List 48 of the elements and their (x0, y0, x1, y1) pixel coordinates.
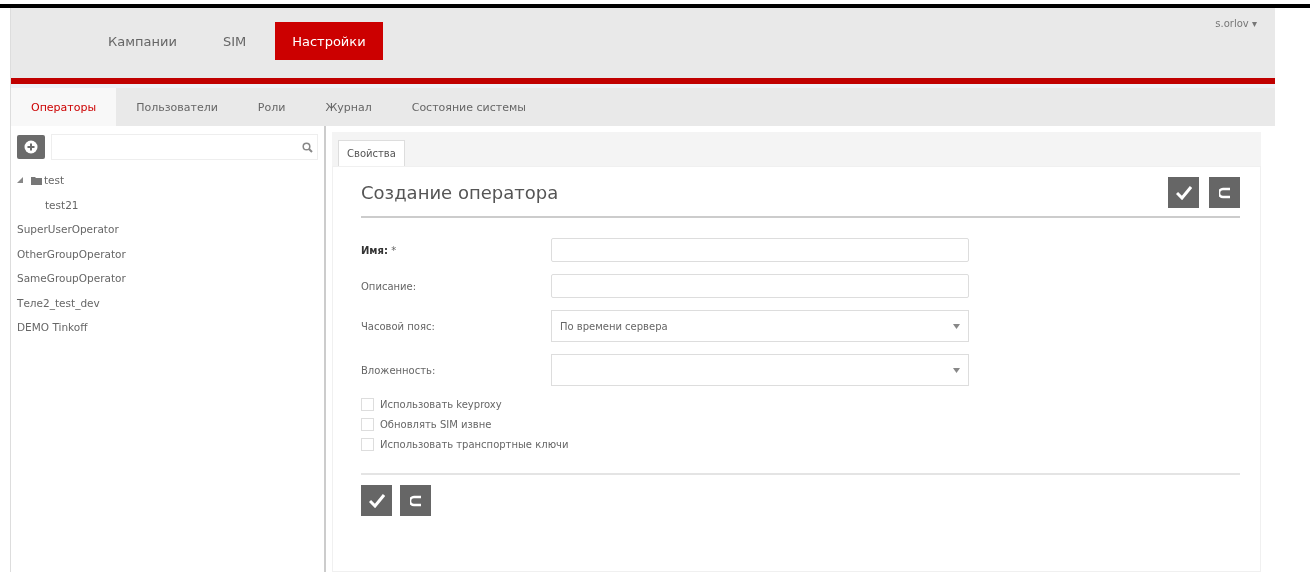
input-field[interactable] (551, 274, 969, 298)
sub-tab[interactable]: Состояние системы (391, 88, 546, 126)
field-label: Вложенность: (361, 364, 437, 376)
checkbox-label: Обновлять SIM извне (380, 419, 492, 430)
reset-button[interactable] (400, 485, 431, 516)
form-title: Создание оператора (361, 182, 559, 203)
checkbox[interactable] (361, 438, 374, 451)
tree-item[interactable]: Теле2_test_dev (17, 296, 100, 309)
undo-icon (1218, 185, 1231, 200)
save-button[interactable] (1168, 177, 1199, 208)
search-icon (302, 141, 313, 153)
field-label: Имя:* (361, 244, 398, 256)
checkmark-icon (1175, 185, 1192, 200)
add-button[interactable] (17, 135, 45, 159)
checkbox[interactable] (361, 398, 374, 411)
properties-tab[interactable]: Свойства (338, 140, 405, 166)
sub-tab[interactable]: Роли (237, 88, 306, 126)
nav-tab[interactable]: Кампании (91, 22, 194, 60)
save-button[interactable] (361, 485, 392, 516)
nav-tab[interactable]: SIM (205, 22, 264, 60)
dropdown-field[interactable]: По времени сервера (551, 310, 969, 342)
field-label: Описание: (361, 280, 418, 292)
nav-tab[interactable]: Настройки (275, 22, 383, 60)
dropdown-caret-icon (953, 367, 960, 373)
checkmark-icon (368, 493, 385, 508)
sub-tab[interactable]: Журнал (305, 88, 392, 126)
folder-icon (31, 175, 42, 185)
dropdown-caret-icon (953, 323, 960, 329)
undo-icon (409, 493, 422, 508)
plus-circle-icon (24, 140, 38, 154)
tree-item[interactable]: SuperUserOperator (17, 223, 119, 236)
tree-item[interactable]: test21 (45, 198, 79, 211)
tree-item[interactable]: test (44, 174, 65, 187)
user-menu[interactable]: s.orlov ▾ (1215, 18, 1257, 29)
sub-tab[interactable]: Пользователи (116, 88, 238, 126)
field-label: Часовой пояс: (361, 320, 436, 332)
reset-button[interactable] (1209, 177, 1240, 208)
sub-tab[interactable]: Операторы (11, 88, 117, 126)
search-field[interactable] (51, 134, 318, 160)
tree-item[interactable]: OtherGroupOperator (17, 247, 126, 260)
checkbox-label: Использовать keyproxy (380, 399, 502, 410)
checkbox-label: Использовать транспортные ключи (380, 439, 569, 450)
dropdown-field[interactable] (551, 354, 969, 386)
expand-caret-icon[interactable] (17, 176, 23, 183)
checkbox[interactable] (361, 418, 374, 431)
tree-item[interactable]: DEMO Tinkoff (17, 321, 88, 334)
input-field[interactable] (551, 238, 969, 262)
tree-item[interactable]: SameGroupOperator (17, 272, 126, 285)
